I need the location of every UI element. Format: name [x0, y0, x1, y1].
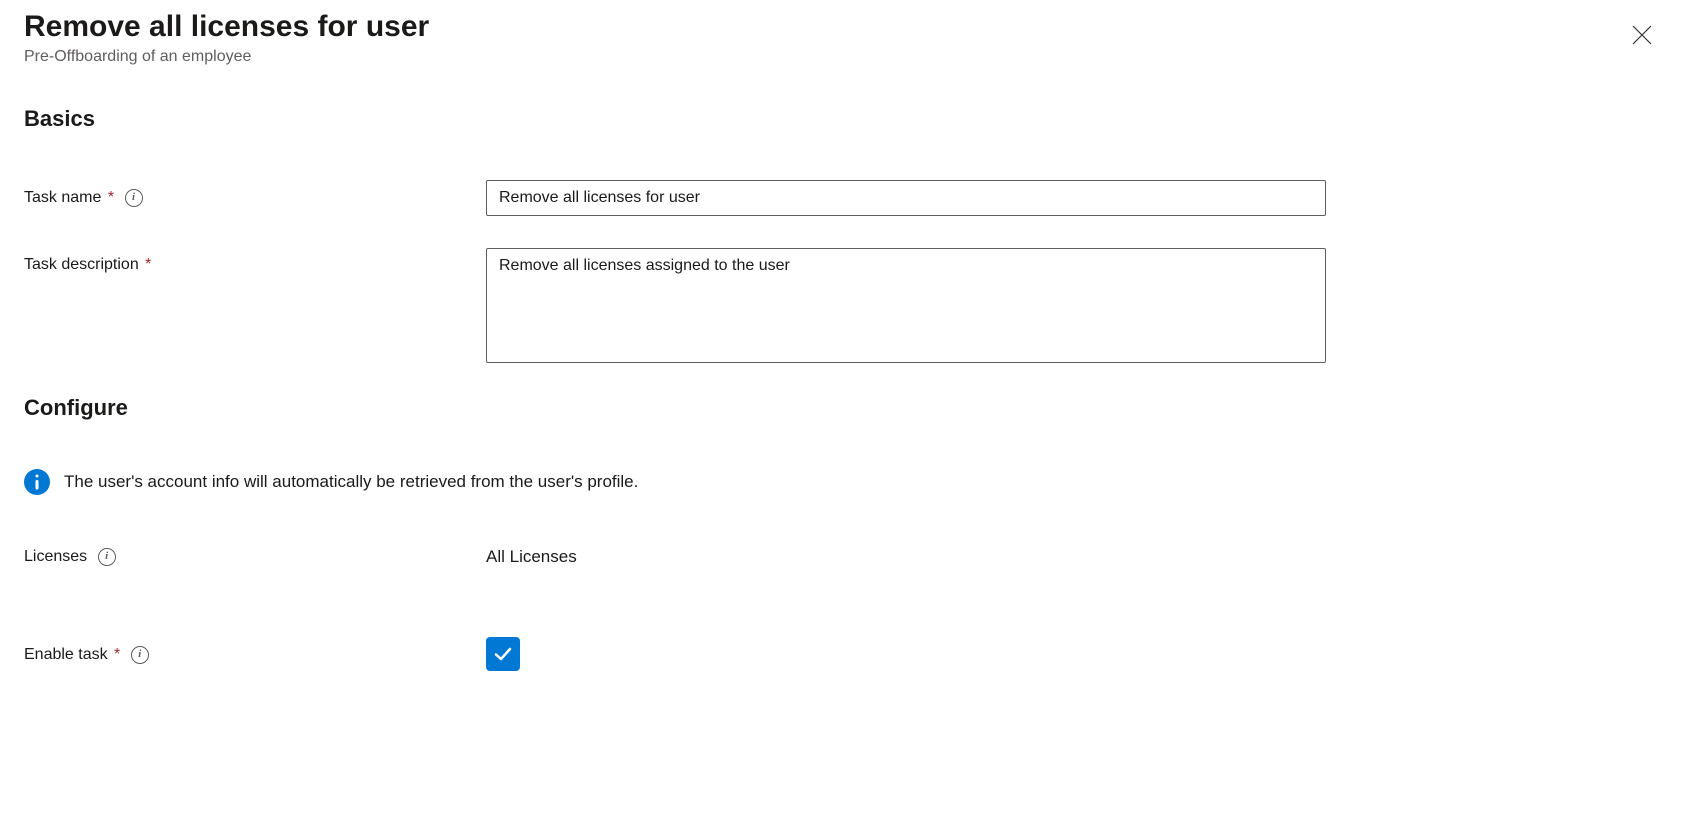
licenses-row: Licenses i All Licenses — [24, 539, 1661, 567]
task-name-label: Task name * i — [24, 180, 486, 208]
info-icon[interactable]: i — [131, 644, 149, 664]
info-icon — [24, 469, 50, 495]
required-indicator: * — [103, 189, 114, 206]
checkmark-icon — [492, 643, 514, 665]
enable-task-label: Enable task * i — [24, 637, 486, 665]
info-icon[interactable]: i — [125, 187, 143, 207]
required-indicator: * — [110, 646, 121, 663]
info-banner: The user's account info will automatical… — [24, 469, 1661, 495]
task-name-row: Task name * i — [24, 180, 1661, 216]
task-description-input[interactable] — [486, 248, 1326, 363]
task-name-input[interactable] — [486, 180, 1326, 216]
info-banner-text: The user's account info will automatical… — [64, 472, 638, 492]
close-icon — [1631, 24, 1653, 46]
enable-task-row: Enable task * i — [24, 637, 1661, 671]
required-indicator: * — [141, 256, 152, 273]
page-title: Remove all licenses for user — [24, 10, 429, 44]
page-subtitle: Pre-Offboarding of an employee — [24, 48, 429, 66]
licenses-label: Licenses i — [24, 539, 486, 567]
configure-section-title: Configure — [24, 395, 1661, 421]
task-description-row: Task description * — [24, 248, 1661, 363]
licenses-value: All Licenses — [486, 539, 577, 567]
info-icon[interactable]: i — [98, 546, 116, 566]
close-button[interactable] — [1623, 16, 1661, 54]
enable-task-checkbox[interactable] — [486, 637, 520, 671]
basics-section-title: Basics — [24, 106, 1661, 132]
task-description-label: Task description * — [24, 248, 486, 274]
